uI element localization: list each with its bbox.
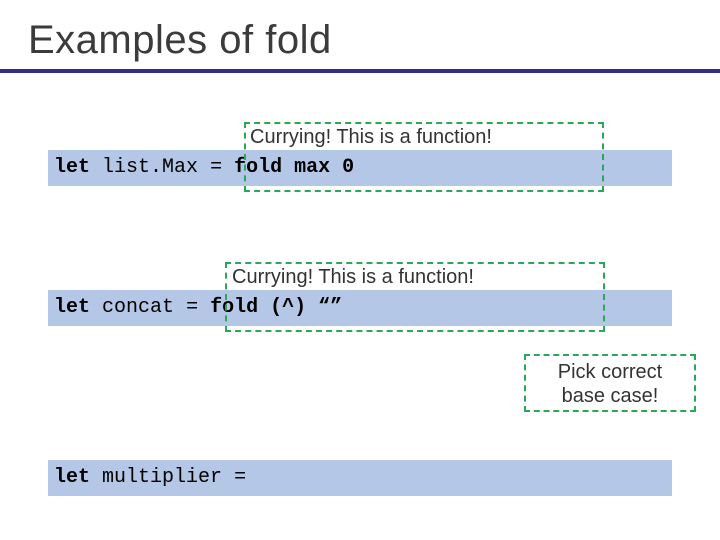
keyword-let: let: [54, 466, 90, 489]
keyword-let: let: [54, 156, 90, 179]
callout-base-case-line2: base case!: [526, 384, 694, 408]
title-underline: [0, 69, 720, 73]
equals-sign: =: [210, 156, 222, 179]
keyword-let: let: [54, 296, 90, 319]
identifier-concat: concat: [102, 296, 174, 319]
callout-currying-1-label: Currying! This is a function!: [250, 126, 492, 149]
equals-sign: =: [234, 466, 246, 489]
identifier-listmax: list.Max: [102, 156, 198, 179]
callout-base-case-line1: Pick correct: [526, 360, 694, 384]
identifier-multiplier: multiplier: [102, 466, 222, 489]
page-title: Examples of fold: [28, 18, 692, 63]
callout-base-case: Pick correct base case!: [524, 354, 696, 412]
slide: Examples of fold let list.Max = fold max…: [0, 0, 720, 540]
callout-currying-2-label: Currying! This is a function!: [232, 266, 474, 289]
equals-sign: =: [186, 296, 198, 319]
code-block-multiplier: let multiplier =: [48, 460, 672, 496]
